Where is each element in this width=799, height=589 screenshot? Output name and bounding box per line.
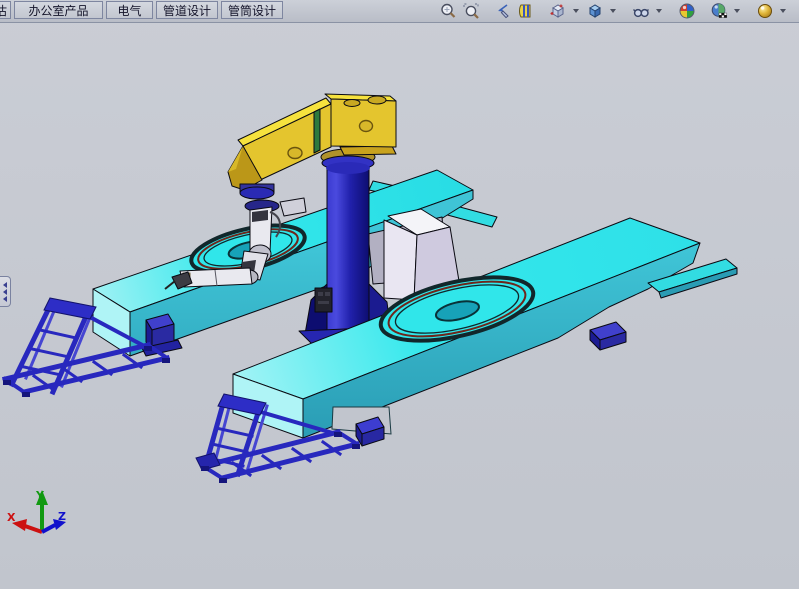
solidworks-window: 估 办公室产品 电气 管道设计 管筒设计 [0, 0, 799, 589]
hide-show-items-button[interactable] [631, 1, 651, 21]
tab-tubing-design[interactable]: 管筒设计 [221, 1, 283, 19]
view-settings-dropdown[interactable] [778, 1, 787, 21]
axis-x-label: X [7, 511, 16, 524]
previous-view-button[interactable] [493, 1, 513, 21]
zoom-to-fit-button[interactable] [438, 1, 458, 21]
yellow-boom-arm[interactable] [228, 94, 396, 199]
orientation-triad: Y X Z [7, 489, 66, 532]
apply-scene-dropdown[interactable] [732, 1, 741, 21]
view-settings-button[interactable] [755, 1, 775, 21]
apply-scene-button[interactable] [709, 1, 729, 21]
display-style-button[interactable] [585, 1, 605, 21]
zoom-to-area-button[interactable] [461, 1, 481, 21]
tab-office-products[interactable]: 办公室产品 [14, 1, 103, 19]
heads-up-view-toolbar [438, 1, 789, 21]
section-view-button[interactable] [516, 1, 536, 21]
display-style-dropdown[interactable] [608, 1, 617, 21]
axis-z-label: Z [58, 510, 66, 523]
3d-viewport[interactable]: Y X Z [0, 22, 799, 589]
view-orientation-dropdown[interactable] [571, 1, 580, 21]
command-tab-bar: 估 办公室产品 电气 管道设计 管筒设计 [0, 0, 799, 23]
axis-y-label: Y [35, 489, 45, 502]
tab-evaluate-partial[interactable]: 估 [0, 1, 11, 19]
control-box [315, 288, 332, 312]
front-beam-stand[interactable] [590, 322, 626, 350]
hide-show-items-dropdown[interactable] [654, 1, 663, 21]
view-orientation-button[interactable] [548, 1, 568, 21]
edit-appearance-button[interactable] [677, 1, 697, 21]
tab-electrical[interactable]: 电气 [106, 1, 153, 19]
tab-piping-design[interactable]: 管道设计 [156, 1, 218, 19]
